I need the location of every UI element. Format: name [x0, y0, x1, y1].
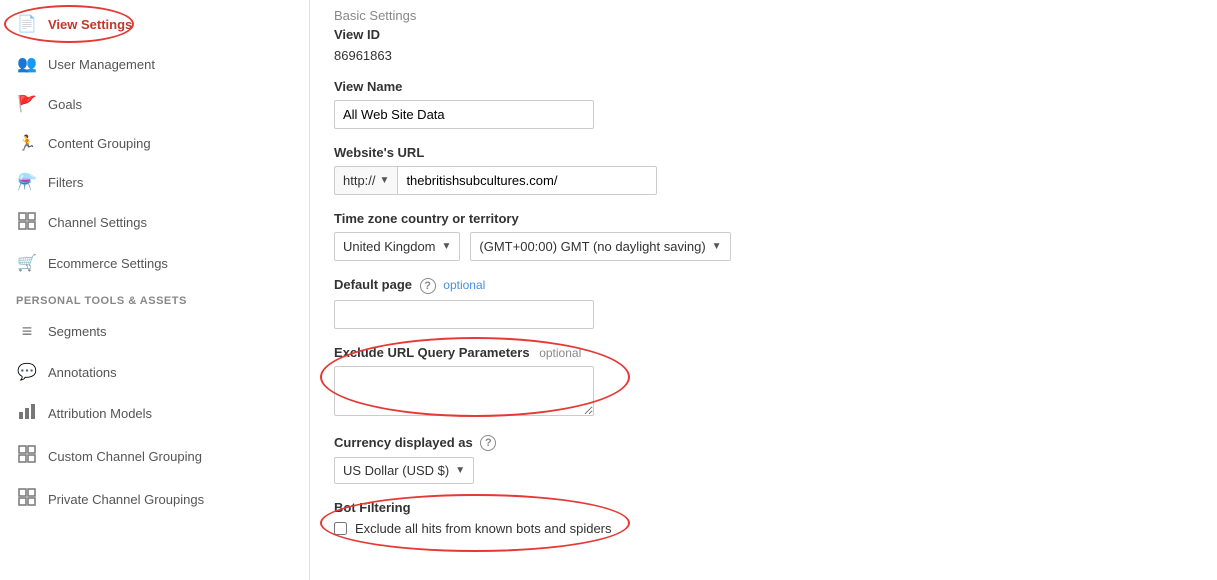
goals-icon: 🚩	[16, 94, 38, 114]
protocol-value: http://	[343, 173, 376, 188]
view-name-group: View Name	[334, 79, 1193, 129]
default-page-optional: optional	[443, 278, 485, 292]
default-page-help[interactable]: ?	[420, 278, 436, 294]
timezone-zone-dropdown[interactable]: (GMT+00:00) GMT (no daylight saving) ▼	[470, 232, 730, 261]
view-id-group: View ID 86961863	[334, 27, 1193, 63]
exclude-url-label: Exclude URL Query Parameters optional	[334, 345, 1193, 360]
sidebar-item-attribution-models[interactable]: Attribution Models	[0, 392, 309, 435]
sidebar-item-goals[interactable]: 🚩 Goals	[0, 84, 309, 124]
breadcrumb: Basic Settings	[334, 0, 1193, 27]
custom-channel-grouping-icon	[16, 445, 38, 468]
bot-filtering-checkbox[interactable]	[334, 522, 347, 535]
sidebar: 📄 View Settings 👥 User Management 🚩 Goal…	[0, 0, 310, 580]
zone-caret: ▼	[712, 241, 722, 252]
timezone-group: Time zone country or territory United Ki…	[334, 211, 1193, 261]
filters-icon: ⚗️	[16, 172, 38, 192]
ecommerce-icon: 🛒	[16, 253, 38, 273]
sidebar-item-private-channel-groupings[interactable]: Private Channel Groupings	[0, 478, 309, 521]
sidebar-item-user-management[interactable]: 👥 User Management	[0, 44, 309, 84]
currency-dropdown[interactable]: US Dollar (USD $) ▼	[334, 457, 474, 484]
sidebar-item-segments[interactable]: ≡ Segments	[0, 311, 309, 352]
personal-tools-header: PERSONAL TOOLS & ASSETS	[0, 283, 309, 311]
exclude-url-group: Exclude URL Query Parameters optional	[334, 345, 1193, 419]
sidebar-item-channel-settings[interactable]: Channel Settings	[0, 202, 309, 243]
url-row: http:// ▼	[334, 166, 1193, 195]
sidebar-item-ecommerce-settings[interactable]: 🛒 Ecommerce Settings	[0, 243, 309, 283]
view-id-value: 86961863	[334, 48, 1193, 63]
default-page-group: Default page ? optional	[334, 277, 1193, 329]
sidebar-item-custom-channel-grouping[interactable]: Custom Channel Grouping	[0, 435, 309, 478]
sidebar-item-view-settings[interactable]: 📄 View Settings	[0, 4, 309, 44]
sidebar-item-label: Channel Settings	[48, 215, 147, 230]
default-page-input[interactable]	[334, 300, 594, 329]
attribution-models-icon	[16, 402, 38, 425]
default-page-label: Default page ? optional	[334, 277, 1193, 294]
sidebar-item-label: Attribution Models	[48, 406, 152, 421]
timezone-zone-value: (GMT+00:00) GMT (no daylight saving)	[479, 239, 705, 254]
domain-input[interactable]	[397, 166, 657, 195]
annotations-icon: 💬	[16, 362, 38, 382]
sidebar-item-label: Filters	[48, 175, 83, 190]
sidebar-item-annotations[interactable]: 💬 Annotations	[0, 352, 309, 392]
content-grouping-icon: 🏃	[16, 134, 38, 152]
view-settings-icon: 📄	[16, 14, 38, 34]
protocol-dropdown[interactable]: http:// ▼	[334, 166, 397, 195]
sidebar-item-label: Segments	[48, 324, 107, 339]
channel-settings-icon	[16, 212, 38, 233]
view-name-input[interactable]	[334, 100, 594, 129]
view-name-label: View Name	[334, 79, 1193, 94]
bot-filtering-row: Exclude all hits from known bots and spi…	[334, 521, 1193, 536]
currency-caret: ▼	[455, 465, 465, 476]
timezone-country-value: United Kingdom	[343, 239, 436, 254]
currency-value: US Dollar (USD $)	[343, 463, 449, 478]
website-url-group: Website's URL http:// ▼	[334, 145, 1193, 195]
private-channel-groupings-icon	[16, 488, 38, 511]
segments-icon: ≡	[16, 321, 38, 342]
main-content: Basic Settings View ID 86961863 View Nam…	[310, 0, 1217, 580]
sidebar-item-label: Ecommerce Settings	[48, 256, 168, 271]
sidebar-item-content-grouping[interactable]: 🏃 Content Grouping	[0, 124, 309, 162]
sidebar-item-label: Annotations	[48, 365, 117, 380]
protocol-caret: ▼	[380, 175, 390, 186]
bot-filtering-group: Bot Filtering Exclude all hits from know…	[334, 500, 1193, 536]
sidebar-item-label: Content Grouping	[48, 136, 151, 151]
currency-group: Currency displayed as ? US Dollar (USD $…	[334, 435, 1193, 485]
exclude-url-input[interactable]	[334, 366, 594, 416]
country-caret: ▼	[442, 241, 452, 252]
bot-filtering-label: Bot Filtering	[334, 500, 1193, 515]
timezone-country-dropdown[interactable]: United Kingdom ▼	[334, 232, 460, 261]
sidebar-item-label: Private Channel Groupings	[48, 492, 204, 507]
view-id-label: View ID	[334, 27, 1193, 42]
sidebar-item-label: View Settings	[48, 17, 132, 32]
currency-help[interactable]: ?	[480, 435, 496, 451]
user-management-icon: 👥	[16, 54, 38, 74]
sidebar-item-label: Custom Channel Grouping	[48, 449, 202, 464]
sidebar-item-label: Goals	[48, 97, 82, 112]
currency-label: Currency displayed as ?	[334, 435, 1193, 452]
sidebar-item-filters[interactable]: ⚗️ Filters	[0, 162, 309, 202]
website-url-label: Website's URL	[334, 145, 1193, 160]
timezone-row: United Kingdom ▼ (GMT+00:00) GMT (no day…	[334, 232, 1193, 261]
bot-filtering-text: Exclude all hits from known bots and spi…	[355, 521, 612, 536]
exclude-url-optional: optional	[539, 346, 581, 360]
timezone-label: Time zone country or territory	[334, 211, 1193, 226]
sidebar-item-label: User Management	[48, 57, 155, 72]
